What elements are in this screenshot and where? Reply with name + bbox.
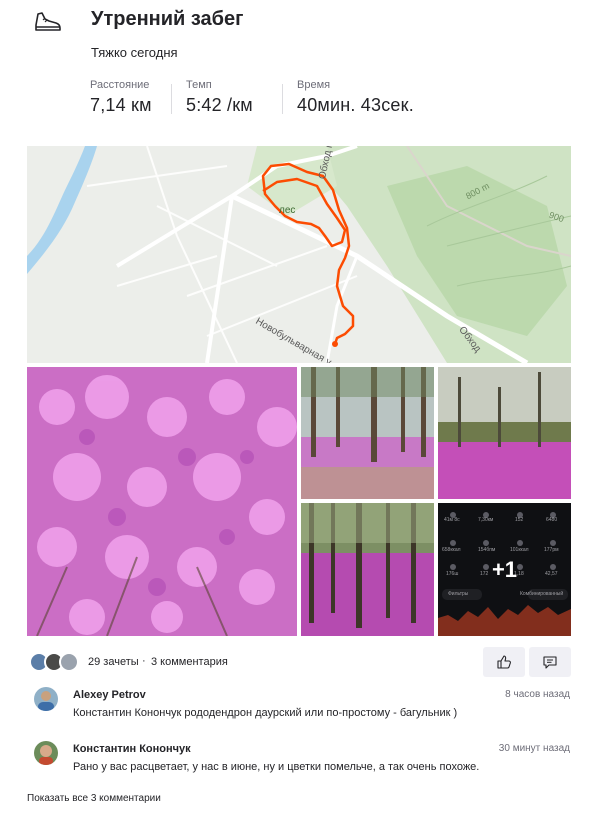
comment-timestamp: 30 минут назад — [498, 743, 570, 754]
stat-distance-value: 7,14 км — [90, 95, 152, 115]
running-shoe-icon — [35, 12, 61, 31]
stat-distance-label: Расстояние — [90, 79, 150, 91]
avatar[interactable] — [34, 741, 58, 765]
route-map[interactable]: лес Обход г. Чита Обход Новобульварная у… — [27, 146, 571, 363]
give-kudos-button[interactable] — [483, 647, 525, 677]
comment-button[interactable] — [529, 647, 571, 677]
comment-text: Константин Конончук рододендрон даурский… — [73, 707, 458, 719]
show-all-comments-link[interactable]: Показать все 3 комментарии — [27, 793, 161, 804]
photo-watch-stats[interactable]: 41м 8с 7,30км 152 6480 658ккал 154бпм 10… — [438, 503, 571, 636]
stat-pace-value: 5:42 /км — [186, 95, 253, 115]
more-photos-overlay[interactable]: +1 — [438, 503, 571, 636]
comment-author[interactable]: Alexey Petrov — [73, 689, 146, 701]
stat-pace: Темп 5:42 /км — [186, 79, 253, 116]
kudos-count[interactable]: 29 зачеты — [88, 656, 139, 668]
photo-forest-2[interactable] — [438, 367, 571, 499]
stat-time-label: Время — [297, 79, 331, 91]
activity-title[interactable]: Утренний забег — [91, 8, 244, 31]
map-label-forest: лес — [279, 205, 296, 216]
activity-description: Тяжко сегодня — [91, 45, 178, 60]
kudos-avatars[interactable] — [29, 652, 85, 672]
stat-pace-label: Темп — [186, 79, 212, 91]
separator-dot: · — [142, 655, 146, 667]
stat-divider — [171, 84, 172, 114]
photo-forest-1[interactable] — [301, 367, 434, 499]
comment-timestamp: 8 часов назад — [505, 689, 570, 700]
comments-count[interactable]: 3 комментария — [151, 656, 228, 668]
stat-divider — [282, 84, 283, 114]
comment-text: Рано у вас расцветает, у нас в июне, ну … — [73, 761, 480, 773]
comment-icon — [543, 656, 557, 669]
photo-forest-3[interactable] — [301, 503, 434, 636]
avatar — [59, 652, 79, 672]
stat-time: Время 40мин. 43сек. — [297, 79, 414, 116]
comment-author[interactable]: Константин Конончук — [73, 743, 191, 755]
thumbs-up-icon — [497, 655, 511, 669]
avatar[interactable] — [34, 687, 58, 711]
stat-time-value: 40мин. 43сек. — [297, 95, 414, 115]
stat-distance: Расстояние 7,14 км — [90, 79, 152, 116]
photo-rhododendron-closeup[interactable] — [27, 367, 297, 636]
